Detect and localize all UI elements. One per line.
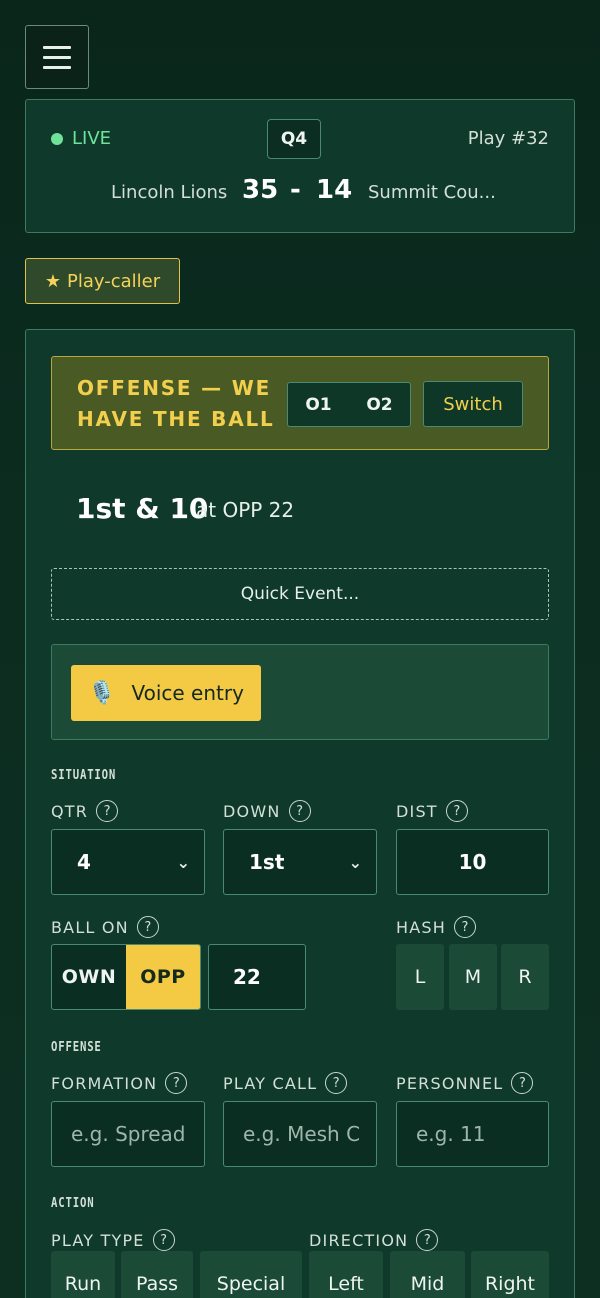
chevron-down-icon: ⌄ [176, 852, 190, 872]
help-icon[interactable]: ? [325, 1072, 348, 1094]
play-type-pass-button[interactable]: Pass [121, 1251, 193, 1298]
hash-label: HASH ? [396, 916, 476, 938]
section-label-offense: OFFENSE [51, 1040, 102, 1055]
help-icon[interactable]: ? [165, 1072, 188, 1094]
help-icon[interactable]: ? [511, 1072, 534, 1094]
offense-option-o1[interactable]: O1 [305, 395, 331, 415]
personnel-input[interactable]: e.g. 11 [396, 1101, 549, 1167]
play-call-label: PLAY CALL ? [223, 1072, 348, 1094]
away-team-name: Summit Cou... [368, 182, 496, 203]
side-option-opp[interactable]: OPP [126, 945, 200, 1009]
yard-line-input[interactable]: 22 [208, 944, 306, 1010]
down-select[interactable]: 1st ⌄ [223, 829, 377, 895]
play-type-special-button[interactable]: Special [200, 1251, 302, 1298]
direction-mid-button[interactable]: Mid [390, 1251, 465, 1298]
help-icon[interactable]: ? [152, 1229, 175, 1251]
score-separator: - [290, 175, 301, 205]
play-entry-panel: OFFENSE — WE HAVE THE BALL O1 O2 Switch … [25, 329, 575, 1298]
away-score: 14 [316, 175, 353, 205]
play-number: Play #32 [467, 128, 549, 149]
dist-input[interactable]: 10 [396, 829, 549, 895]
home-team-name: Lincoln Lions [111, 182, 228, 203]
switch-possession-button[interactable]: Switch [423, 381, 523, 427]
play-type-label: PLAY TYPE ? [51, 1229, 175, 1251]
possession-title: OFFENSE — WE HAVE THE BALL [77, 376, 275, 431]
qtr-select[interactable]: 4 ⌄ [51, 829, 205, 895]
dist-label: DIST ? [396, 800, 468, 822]
help-icon[interactable]: ? [96, 800, 119, 822]
section-label-action: ACTION [51, 1196, 95, 1211]
help-icon[interactable]: ? [288, 800, 311, 822]
live-dot-icon [51, 132, 63, 145]
scoreboard: LIVE Q4 Play #32 Lincoln Lions 35 - 14 S… [25, 99, 575, 233]
direction-right-button[interactable]: Right [471, 1251, 549, 1298]
formation-input[interactable]: e.g. Spread [51, 1101, 205, 1167]
personnel-label: PERSONNEL ? [396, 1072, 534, 1094]
quarter-badge: Q4 [267, 119, 321, 159]
voice-entry-section: 🎙️ Voice entry [51, 644, 549, 740]
down-distance: 1st & 10 [76, 492, 209, 525]
voice-entry-button[interactable]: 🎙️ Voice entry [71, 665, 261, 721]
offense-option-o2[interactable]: O2 [366, 395, 392, 415]
side-option-own[interactable]: OWN [52, 945, 126, 1009]
play-type-run-button[interactable]: Run [51, 1251, 115, 1298]
play-call-input[interactable]: e.g. Mesh C [223, 1101, 377, 1167]
role-button-play-caller[interactable]: ★ Play-caller [25, 258, 180, 304]
quick-event-button[interactable]: Quick Event... [51, 568, 549, 620]
hash-left-button[interactable]: L [396, 944, 444, 1010]
field-side-toggle[interactable]: OWN OPP [51, 944, 201, 1010]
help-icon[interactable]: ? [445, 800, 468, 822]
star-icon: ★ [44, 270, 61, 292]
hash-right-button[interactable]: R [501, 944, 549, 1010]
qtr-label: QTR ? [51, 800, 119, 822]
formation-label: FORMATION ? [51, 1072, 188, 1094]
down-label: DOWN ? [223, 800, 311, 822]
offense-unit-toggle[interactable]: O1 O2 [287, 382, 411, 427]
chevron-down-icon: ⌄ [348, 852, 362, 872]
microphone-icon: 🎙️ [88, 680, 116, 706]
direction-label: DIRECTION ? [309, 1229, 439, 1251]
possession-banner: OFFENSE — WE HAVE THE BALL O1 O2 Switch [51, 356, 549, 450]
ball-on-label: BALL ON ? [51, 916, 159, 938]
home-score: 35 [242, 175, 279, 205]
direction-left-button[interactable]: Left [309, 1251, 383, 1298]
live-indicator: LIVE [51, 128, 111, 149]
ball-spot: at OPP 22 [196, 498, 295, 522]
help-icon[interactable]: ? [416, 1229, 439, 1251]
section-label-situation: SITUATION [51, 768, 117, 783]
help-icon[interactable]: ? [136, 916, 159, 938]
menu-button[interactable] [25, 25, 89, 89]
hamburger-icon [43, 45, 71, 49]
help-icon[interactable]: ? [453, 916, 476, 938]
hash-middle-button[interactable]: M [449, 944, 497, 1010]
score-line: Lincoln Lions 35 - 14 Summit Cou... [26, 174, 574, 208]
